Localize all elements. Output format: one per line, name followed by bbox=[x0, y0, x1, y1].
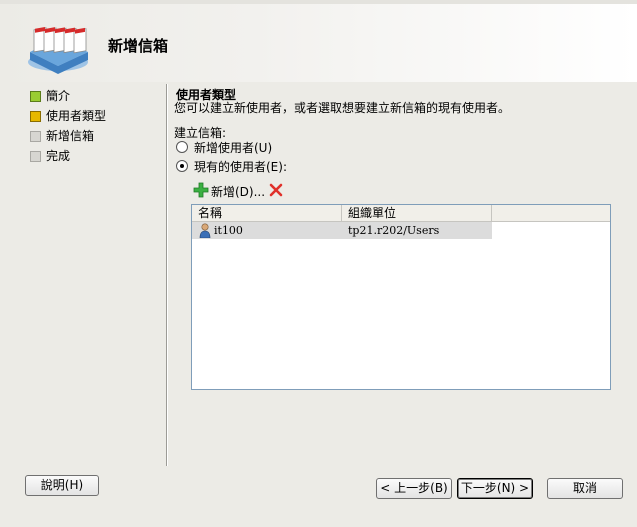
nav-step-label: 完成 bbox=[46, 149, 71, 163]
radio-existing-user[interactable]: 現有的使用者(E): bbox=[176, 158, 316, 174]
column-header-name[interactable]: 名稱 bbox=[192, 205, 342, 221]
user-icon bbox=[199, 223, 211, 238]
radio-button[interactable] bbox=[176, 160, 188, 172]
user-list[interactable]: 名稱 組織單位 it100 tp21.r202/Users bbox=[191, 204, 611, 390]
list-header: 名稱 組織單位 bbox=[192, 205, 610, 222]
radio-new-user[interactable]: 新增使用者(U) bbox=[176, 139, 316, 155]
step-pending-icon bbox=[30, 131, 41, 142]
cell-name: it100 bbox=[214, 224, 243, 237]
step-complete-icon bbox=[30, 91, 41, 102]
remove-icon[interactable] bbox=[268, 182, 284, 198]
table-row[interactable]: it100 tp21.r202/Users bbox=[192, 222, 492, 239]
plus-icon bbox=[193, 182, 209, 198]
section-description: 您可以建立新使用者，或者選取想要建立新信箱的現有使用者。 bbox=[174, 101, 511, 115]
mailbox-stack-icon bbox=[28, 26, 88, 74]
next-button[interactable]: 下一步(N) > bbox=[457, 478, 533, 499]
cancel-button[interactable]: 取消 bbox=[547, 478, 623, 499]
nav-step-label: 新增信箱 bbox=[46, 129, 95, 143]
vertical-divider-highlight bbox=[167, 84, 168, 466]
cell-ou: tp21.r202/Users bbox=[348, 224, 440, 237]
column-header-ou[interactable]: 組織單位 bbox=[342, 205, 492, 221]
step-current-icon bbox=[30, 111, 41, 122]
step-pending-icon bbox=[30, 151, 41, 162]
add-button-label: 新增(D)... bbox=[211, 185, 266, 199]
nav-step-label: 簡介 bbox=[46, 89, 71, 103]
radio-label: 現有的使用者(E): bbox=[194, 160, 287, 174]
radio-label: 新增使用者(U) bbox=[194, 141, 273, 155]
nav-step-label: 使用者類型 bbox=[46, 109, 107, 123]
page-title: 新增信箱 bbox=[108, 37, 169, 55]
help-button[interactable]: 說明(H) bbox=[25, 475, 99, 496]
back-button[interactable]: < 上一步(B) bbox=[376, 478, 452, 499]
radio-button[interactable] bbox=[176, 141, 188, 153]
top-strip bbox=[0, 0, 637, 4]
wizard-header bbox=[0, 0, 637, 82]
